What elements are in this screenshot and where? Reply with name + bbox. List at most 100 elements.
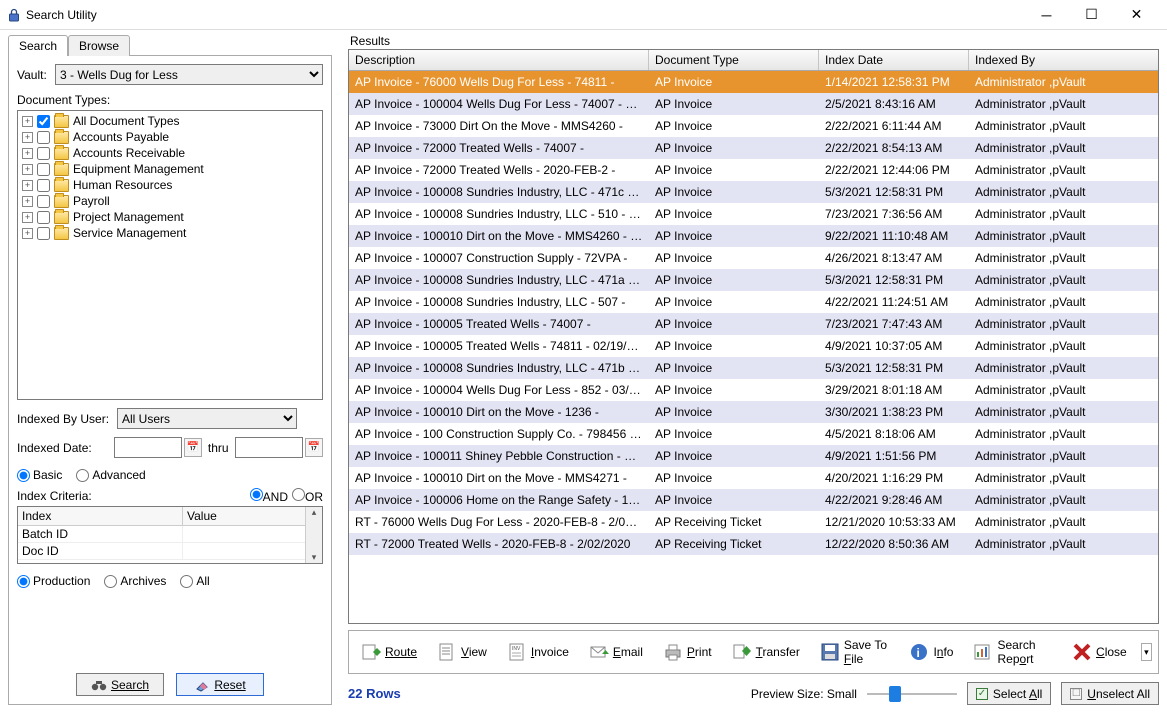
results-row[interactable]: AP Invoice - 100008 Sundries Industry, L… [349,357,1158,379]
tab-search[interactable]: Search [8,35,68,56]
mode-basic-radio[interactable]: Basic [17,468,62,482]
unselect-all-button[interactable]: ☐Unselect All [1061,682,1159,705]
expand-icon[interactable]: + [22,164,33,175]
date-from-input[interactable] [114,437,182,458]
reset-button[interactable]: Reset [176,673,264,696]
criteria-or-radio[interactable]: OR [292,488,323,504]
cell-description: RT - 76000 Wells Dug For Less - 2020-FEB… [349,515,649,529]
tab-browse[interactable]: Browse [68,35,130,56]
minimize-button[interactable]: ─ [1024,1,1069,29]
email-button[interactable]: Email [583,639,649,665]
results-row[interactable]: AP Invoice - 100010 Dirt on the Move - M… [349,467,1158,489]
maximize-button[interactable]: ☐ [1069,1,1114,29]
svg-text:i: i [917,646,920,660]
doctype-checkbox[interactable] [37,179,50,192]
results-row[interactable]: AP Invoice - 100006 Home on the Range Sa… [349,489,1158,511]
expand-icon[interactable]: + [22,116,33,127]
cell-date: 4/9/2021 10:37:05 AM [819,339,969,353]
scope-production-radio[interactable]: Production [17,574,90,588]
results-header[interactable]: Description Document Type Index Date Ind… [349,50,1158,71]
preview-size-slider[interactable] [867,685,957,703]
results-row[interactable]: AP Invoice - 100005 Treated Wells - 7400… [349,313,1158,335]
doctype-checkbox[interactable] [37,227,50,240]
doctype-checkbox[interactable] [37,115,50,128]
expand-icon[interactable]: + [22,132,33,143]
view-button[interactable]: View [431,639,493,665]
criteria-scrollbar[interactable]: ▴▾ [305,507,322,563]
results-row[interactable]: AP Invoice - 100008 Sundries Industry, L… [349,269,1158,291]
expand-icon[interactable]: + [22,196,33,207]
doctype-checkbox[interactable] [37,147,50,160]
expand-icon[interactable]: + [22,180,33,191]
expand-icon[interactable]: + [22,212,33,223]
criteria-value-cell[interactable] [183,543,305,559]
col-description[interactable]: Description [349,50,649,70]
save-to-file-button[interactable]: Save To File [814,635,896,669]
results-row[interactable]: AP Invoice - 100005 Treated Wells - 7481… [349,335,1158,357]
results-row[interactable]: AP Invoice - 73000 Dirt On the Move - MM… [349,115,1158,137]
select-all-button[interactable]: ✓Select All [967,682,1051,705]
info-button[interactable]: iInfo [903,639,959,665]
results-row[interactable]: AP Invoice - 72000 Treated Wells - 2020-… [349,159,1158,181]
doctype-item[interactable]: + Equipment Management [20,161,320,177]
doctype-label: Accounts Receivable [73,146,185,160]
close-button[interactable]: Close [1066,639,1133,665]
toolbar-overflow-button[interactable]: ▾ [1141,643,1152,661]
scope-archives-radio[interactable]: Archives [104,574,166,588]
criteria-row[interactable]: Doc ID [18,543,305,560]
results-row[interactable]: AP Invoice - 100004 Wells Dug For Less -… [349,379,1158,401]
doctype-item[interactable]: + Accounts Receivable [20,145,320,161]
print-button[interactable]: Print [657,639,718,665]
results-row[interactable]: AP Invoice - 100008 Sundries Industry, L… [349,203,1158,225]
criteria-and-radio[interactable]: AND [250,488,288,504]
doctype-checkbox[interactable] [37,211,50,224]
criteria-value-cell[interactable] [183,526,305,542]
cell-date: 1/14/2021 12:58:31 PM [819,75,969,89]
results-row[interactable]: AP Invoice - 100 Construction Supply Co.… [349,423,1158,445]
doctype-item[interactable]: + Service Management [20,225,320,241]
indexed-by-select[interactable]: All Users [117,408,297,429]
doctype-checkbox[interactable] [37,163,50,176]
close-window-button[interactable]: ✕ [1114,1,1159,29]
doctype-item[interactable]: + Human Resources [20,177,320,193]
scope-all-radio[interactable]: All [180,574,209,588]
route-button[interactable]: Route [355,639,423,665]
doctype-checkbox[interactable] [37,131,50,144]
vault-select[interactable]: 3 - Wells Dug for Less [55,64,323,85]
expand-icon[interactable]: + [22,148,33,159]
criteria-row[interactable]: Batch ID [18,526,305,543]
cell-by: Administrator ,pVault [969,97,1158,111]
mode-advanced-radio[interactable]: Advanced [76,468,145,482]
results-row[interactable]: AP Invoice - 100008 Sundries Industry, L… [349,291,1158,313]
col-document-type[interactable]: Document Type [649,50,819,70]
date-to-input[interactable] [235,437,303,458]
cell-type: AP Invoice [649,229,819,243]
search-report-button[interactable]: Search Report [967,635,1058,669]
results-row[interactable]: AP Invoice - 100007 Construction Supply … [349,247,1158,269]
results-row[interactable]: AP Invoice - 100011 Shiney Pebble Constr… [349,445,1158,467]
results-row[interactable]: AP Invoice - 72000 Treated Wells - 74007… [349,137,1158,159]
results-row[interactable]: AP Invoice - 100004 Wells Dug For Less -… [349,93,1158,115]
doctype-item[interactable]: + Accounts Payable [20,129,320,145]
vault-label: Vault: [17,68,55,82]
col-indexed-by[interactable]: Indexed By [969,50,1158,70]
search-button[interactable]: Search [76,673,164,696]
results-row[interactable]: AP Invoice - 76000 Wells Dug For Less - … [349,71,1158,93]
doctype-item[interactable]: + Project Management [20,209,320,225]
results-row[interactable]: AP Invoice - 100010 Dirt on the Move - M… [349,225,1158,247]
doctypes-tree[interactable]: + All Document Types+ Accounts Payable+ … [17,110,323,400]
criteria-table[interactable]: Index Value Batch IDDoc ID ▴▾ [17,506,323,564]
doctype-checkbox[interactable] [37,195,50,208]
date-from-picker-button[interactable]: 📅 [184,438,202,457]
results-row[interactable]: RT - 76000 Wells Dug For Less - 2020-FEB… [349,511,1158,533]
transfer-button[interactable]: Transfer [726,639,806,665]
results-row[interactable]: AP Invoice - 100010 Dirt on the Move - 1… [349,401,1158,423]
doctype-item[interactable]: + Payroll [20,193,320,209]
invoice-button[interactable]: INVInvoice [501,639,575,665]
results-row[interactable]: RT - 72000 Treated Wells - 2020-FEB-8 - … [349,533,1158,555]
col-index-date[interactable]: Index Date [819,50,969,70]
doctype-item[interactable]: + All Document Types [20,113,320,129]
date-to-picker-button[interactable]: 📅 [305,438,323,457]
results-row[interactable]: AP Invoice - 100008 Sundries Industry, L… [349,181,1158,203]
expand-icon[interactable]: + [22,228,33,239]
